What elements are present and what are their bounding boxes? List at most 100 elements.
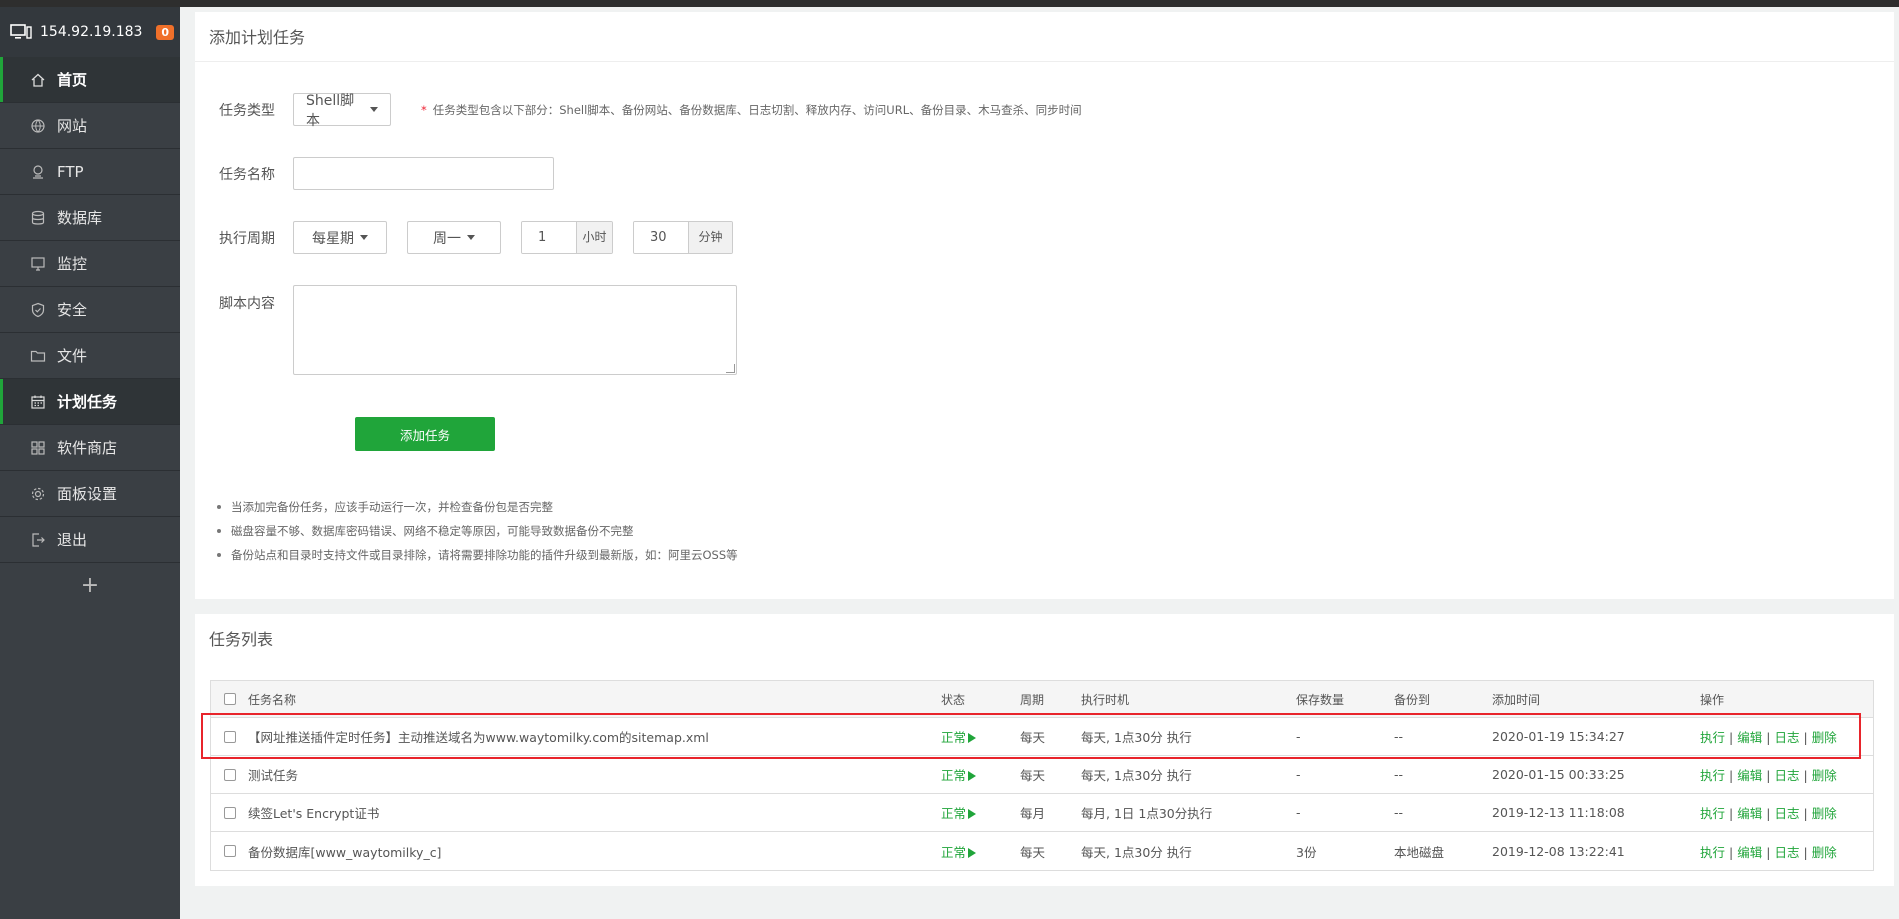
keep-cell: - [1296,767,1301,782]
hour-unit: 小时 [576,222,612,253]
sidebar-item-label: 安全 [57,301,88,319]
log-link[interactable]: 日志 [1774,768,1799,783]
sidebar-item-label: 首页 [57,71,88,89]
run-link[interactable]: 执行 [1700,730,1725,745]
status-toggle[interactable]: 正常 [941,803,1020,822]
cycle-value: 每星期 [312,230,354,247]
ops-cell: 执行 | 编辑 | 日志 | 删除 [1700,730,1837,745]
col-cycle: 周期 [1020,692,1045,707]
play-icon [968,771,977,781]
task-name-label: 任务名称 [219,166,275,183]
sidebar-item-logout[interactable]: 退出 [0,517,180,562]
ops-cell: 执行 | 编辑 | 日志 | 删除 [1700,768,1837,783]
keep-cell: 3份 [1296,844,1317,860]
col-ops: 操作 [1700,692,1725,707]
calendar-icon [30,394,46,410]
delete-link[interactable]: 删除 [1812,768,1837,783]
minute-input-group: 30 分钟 [633,221,733,254]
log-link[interactable]: 日志 [1774,730,1799,745]
sidebar-item-database[interactable]: 数据库 [0,195,180,240]
tip-item: 当添加完备份任务，应该手动运行一次，并检查备份包是否完整 [215,495,738,519]
resize-handle-icon[interactable] [726,364,735,373]
task-table: 任务名称 状态 周期 执行时机 保存数量 备份到 添加时间 操作 【网址推送插件… [210,680,1874,871]
monitor-icon [10,24,32,39]
add-task-button[interactable]: 添加任务 [355,417,495,451]
home-icon [30,72,46,88]
script-row: 脚本内容 [195,285,737,375]
sidebar-item-label: 文件 [57,347,88,365]
folder-icon [30,348,46,364]
minute-input[interactable]: 30 [634,222,688,253]
chevron-down-icon [467,235,475,240]
tip-item: 磁盘容量不够、数据库密码错误、网络不稳定等原因，可能导致数据备份不完整 [215,519,738,543]
task-name: 【网址推送插件定时任务】主动推送域名为www.waytomilky.com的si… [248,730,709,745]
play-icon [968,733,977,743]
edit-link[interactable]: 编辑 [1737,768,1762,783]
row-checkbox[interactable] [223,806,236,819]
weekday-dropdown[interactable]: 周一 [407,221,501,254]
top-strip [0,0,1899,7]
col-keep: 保存数量 [1296,692,1345,707]
sidebar-item-monitor[interactable]: 监控 [0,241,180,286]
sidebar-item-label: 面板设置 [57,485,118,503]
run-link[interactable]: 执行 [1700,806,1725,821]
cycle-label: 执行周期 [219,230,275,247]
run-link[interactable]: 执行 [1700,768,1725,783]
sidebar: 154.92.19.183 0 首页 网站 FTP 数据库 监控 安全 文件 计… [0,7,180,919]
sidebar-item-store[interactable]: 软件商店 [0,425,180,470]
task-type-dropdown[interactable]: Shell脚本 [293,93,391,129]
added-cell: 2020-01-15 00:33:25 [1492,767,1625,782]
globe-icon [30,118,46,134]
status-toggle[interactable]: 正常 [941,727,1020,746]
status-text: 正常 [941,730,967,745]
status-toggle[interactable]: 正常 [941,765,1020,784]
time-cell: 每天, 1点30分 执行 [1081,768,1192,783]
notification-badge[interactable]: 0 [156,24,174,40]
sidebar-item-files[interactable]: 文件 [0,333,180,378]
edit-link[interactable]: 编辑 [1737,730,1762,745]
sidebar-item-website[interactable]: 网站 [0,103,180,148]
table-row: 【网址推送插件定时任务】主动推送域名为www.waytomilky.com的si… [211,718,1873,756]
backup-cell: 本地磁盘 [1394,844,1445,860]
edit-link[interactable]: 编辑 [1737,806,1762,821]
hour-input[interactable]: 1 [522,222,576,253]
sidebar-item-ftp[interactable]: FTP [0,149,180,194]
gear-icon [30,486,46,502]
row-checkbox[interactable] [223,730,236,743]
cycle-dropdown[interactable]: 每星期 [293,221,387,254]
delete-link[interactable]: 删除 [1812,806,1837,821]
required-star: * [421,102,427,117]
col-name: 任务名称 [248,692,297,707]
backup-cell: -- [1394,767,1404,782]
log-link[interactable]: 日志 [1774,845,1799,860]
sidebar-item-home[interactable]: 首页 [0,57,180,102]
delete-link[interactable]: 删除 [1812,845,1837,860]
sidebar-item-settings[interactable]: 面板设置 [0,471,180,516]
status-toggle[interactable]: 正常 [941,842,1020,861]
sidebar-item-security[interactable]: 安全 [0,287,180,332]
task-type-value: Shell脚本 [306,92,355,129]
sidebar-item-cron[interactable]: 计划任务 [0,379,180,424]
time-cell: 每天, 1点30分 执行 [1081,730,1192,745]
delete-link[interactable]: 删除 [1812,730,1837,745]
cycle-row: 执行周期 每星期 周一 1 小时 30 分钟 [195,221,733,254]
edit-link[interactable]: 编辑 [1737,845,1762,860]
table-row: 测试任务 正常 每天 每天, 1点30分 执行 - -- 2020-01-15 … [211,756,1873,794]
row-checkbox[interactable] [223,845,236,857]
add-button[interactable]: + [0,563,180,607]
run-link[interactable]: 执行 [1700,845,1725,860]
script-textarea[interactable] [293,285,737,375]
select-all-checkbox[interactable] [223,693,236,705]
table-header: 任务名称 状态 周期 执行时机 保存数量 备份到 添加时间 操作 [211,681,1873,718]
ftp-icon [30,164,46,180]
added-cell: 2019-12-08 13:22:41 [1492,843,1625,859]
col-backup: 备份到 [1394,692,1431,707]
log-link[interactable]: 日志 [1774,806,1799,821]
cycle-cell: 每天 [1020,844,1046,860]
status-text: 正常 [941,806,967,821]
weekday-value: 周一 [433,230,461,247]
row-checkbox[interactable] [223,768,236,781]
task-name-input[interactable] [293,157,554,190]
cycle-cell: 每天 [1020,730,1046,745]
tips-list: 当添加完备份任务，应该手动运行一次，并检查备份包是否完整 磁盘容量不够、数据库密… [215,495,738,567]
